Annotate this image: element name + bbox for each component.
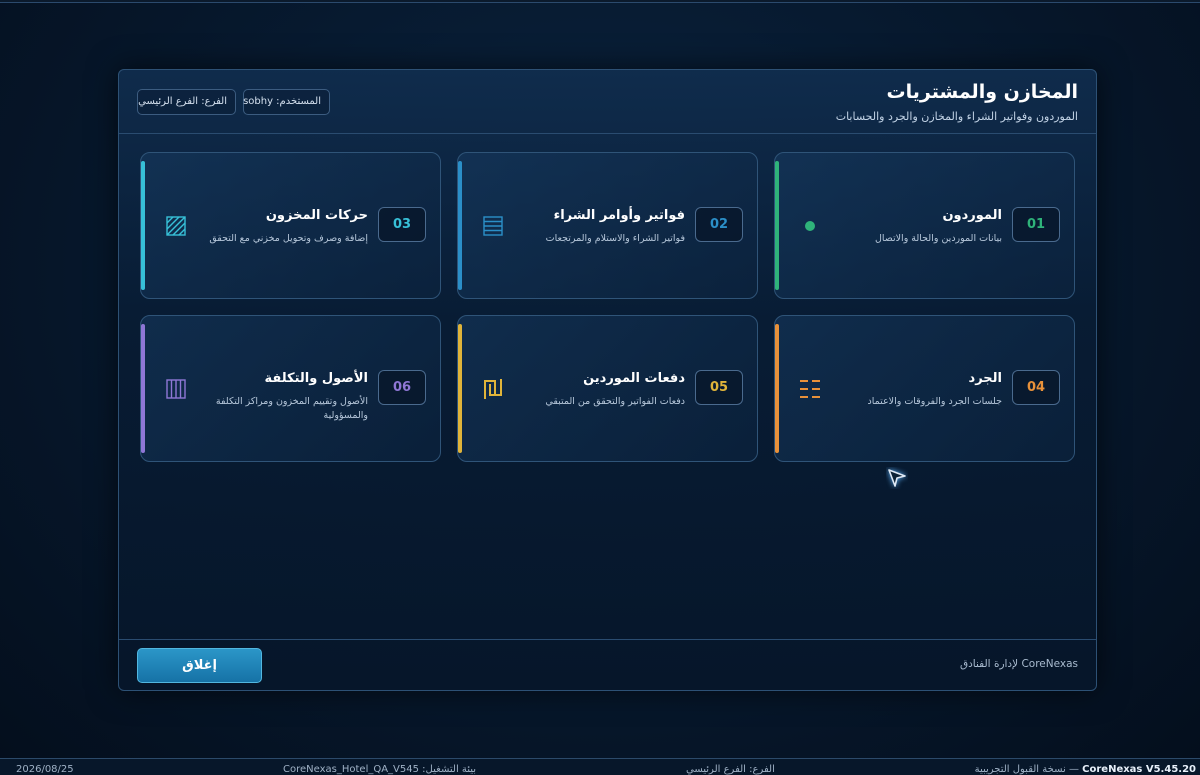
dialog-footer: إغلاق CoreNexas لإدارة الفنادق xyxy=(119,639,1096,690)
module-card-suppliers[interactable]: 01 الموردون بيانات الموردين والحالة والا… xyxy=(774,152,1075,299)
module-card-supplier-payments[interactable]: 05 دفعات الموردين دفعات الفواتير والتحقق… xyxy=(457,315,758,462)
version-name: CoreNexas V5.45.20 xyxy=(1082,764,1196,775)
list-lines-icon xyxy=(482,215,504,237)
dialog-title: المخازن والمشتريات xyxy=(886,81,1078,103)
vertical-bars-icon xyxy=(165,378,187,400)
close-button[interactable]: إغلاق xyxy=(137,648,262,683)
version-note: — نسخة القبول التجريبية xyxy=(974,764,1079,775)
window-top-border xyxy=(0,0,1200,3)
user-chip: المستخدم: sobhy xyxy=(243,89,330,115)
dialog-header: المخازن والمشتريات الموردون وفواتير الشر… xyxy=(119,70,1096,134)
mouse-cursor-icon xyxy=(886,467,908,489)
dialog-subtitle: الموردون وفواتير الشراء والمخازن والجرد … xyxy=(835,110,1078,123)
status-date: 2026/08/25 xyxy=(16,764,74,775)
card-title: دفعات الموردين xyxy=(583,371,685,386)
card-number: 02 xyxy=(695,207,743,242)
module-card-stock-movements[interactable]: 03 حركات المخزون إضافة وصرف وتحويل مخزني… xyxy=(140,152,441,299)
module-card-assets-cost[interactable]: 06 الأصول والتكلفة الأصول وتقييم المخزون… xyxy=(140,315,441,462)
card-title: حركات المخزون xyxy=(265,208,368,223)
card-description: بيانات الموردين والحالة والاتصال xyxy=(874,233,1002,244)
card-number: 04 xyxy=(1012,370,1060,405)
card-accent xyxy=(775,324,779,453)
shekel-icon xyxy=(482,378,504,400)
card-accent xyxy=(458,324,462,453)
status-bar: 2026/08/25 بيئة التشغيل: CoreNexas_Hotel… xyxy=(0,758,1200,775)
card-title: الأصول والتكلفة xyxy=(264,371,369,386)
card-number: 06 xyxy=(378,370,426,405)
card-number: 05 xyxy=(695,370,743,405)
card-description: إضافة وصرف وتحويل مخزني مع التحقق xyxy=(209,233,368,244)
card-description: دفعات الفواتير والتحقق من المتبقي xyxy=(545,396,685,407)
card-title: الجرد xyxy=(968,371,1002,386)
card-description: الأصول وتقييم المخزون ومراكز التكلفة وال… xyxy=(215,396,368,421)
card-number: 01 xyxy=(1012,207,1060,242)
card-title: الموردون xyxy=(942,208,1002,223)
module-card-inventory-count[interactable]: 04 الجرد جلسات الجرد والفروقات والاعتماد xyxy=(774,315,1075,462)
footer-brand: CoreNexas لإدارة الفنادق xyxy=(959,658,1078,670)
card-accent xyxy=(141,161,145,290)
hatched-square-icon xyxy=(165,215,187,237)
status-environment: بيئة التشغيل: CoreNexas_Hotel_QA_V545 xyxy=(283,764,477,775)
dashed-lines-icon xyxy=(799,378,821,400)
card-accent xyxy=(458,161,462,290)
card-description: جلسات الجرد والفروقات والاعتماد xyxy=(867,396,1002,407)
card-title: فواتير وأوامر الشراء xyxy=(553,208,685,223)
card-number: 03 xyxy=(378,207,426,242)
status-version: CoreNexas V5.45.20 — نسخة القبول التجريب… xyxy=(975,764,1196,775)
warehouse-purchases-dialog: المخازن والمشتريات الموردون وفواتير الشر… xyxy=(118,69,1097,691)
card-accent xyxy=(775,161,779,290)
card-description: فواتير الشراء والاستلام والمرتجعات xyxy=(545,233,685,244)
status-branch: الفرع: الفرع الرئيسي xyxy=(686,764,775,775)
card-accent xyxy=(141,324,145,453)
module-card-purchase-invoices[interactable]: 02 فواتير وأوامر الشراء فواتير الشراء وا… xyxy=(457,152,758,299)
branch-chip: الفرع: الفرع الرئيسي xyxy=(137,89,236,115)
dot-icon xyxy=(799,215,821,237)
